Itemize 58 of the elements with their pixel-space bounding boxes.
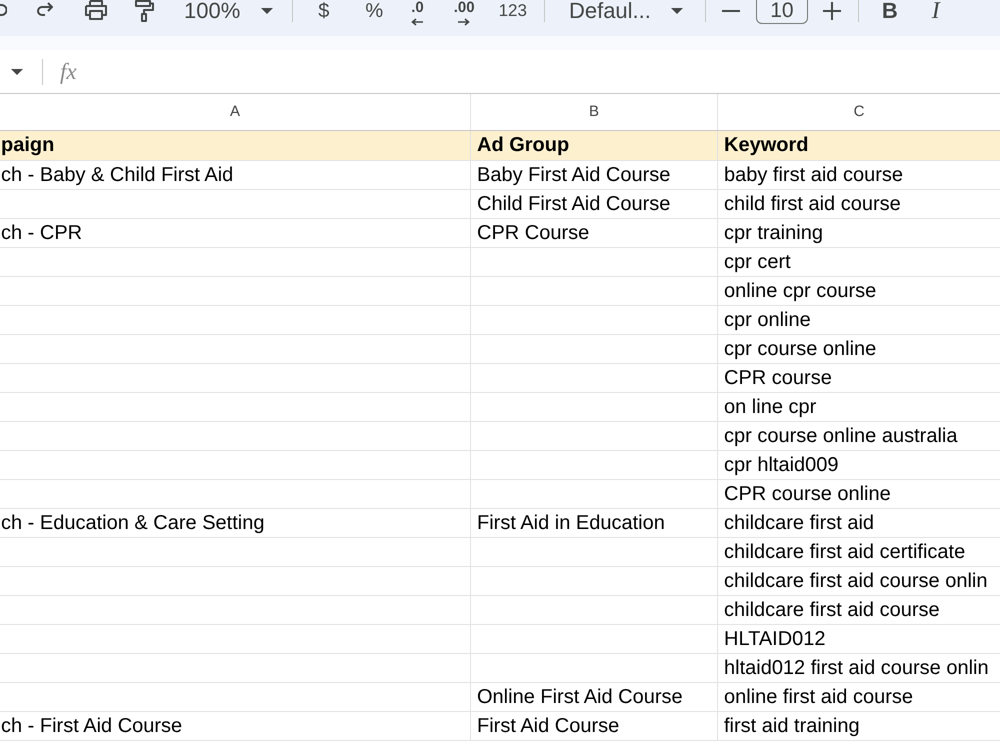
bold-button[interactable]: B: [882, 0, 898, 22]
function-label: fx: [60, 58, 77, 84]
decrease-decimal-button[interactable]: .0: [411, 0, 424, 30]
arrow-left-icon: [411, 18, 424, 26]
table-cell: ch - Baby & Child First Aid: [0, 161, 471, 189]
paint-roller-icon[interactable]: [134, 0, 154, 22]
table-cell-text: CPR course: [723, 366, 833, 391]
caret-icon: [670, 8, 683, 14]
arrow-right-icon: [458, 18, 470, 26]
font-size-field[interactable]: 10: [756, 0, 808, 24]
table-cell: First Aid in Education: [471, 509, 718, 537]
column-header[interactable]: A: [0, 94, 471, 130]
table-cell-text: hltaid012 first aid course onlin: [723, 656, 990, 681]
table-cell: Baby First Aid Course: [471, 161, 718, 189]
table-cell-text: cpr hltaid009: [723, 453, 840, 478]
increase-decimal-button[interactable]: .00: [454, 0, 475, 30]
zoom-dropdown[interactable]: 100%: [184, 0, 274, 22]
table-cell-text: first aid training: [723, 714, 861, 739]
caret-icon: [261, 8, 274, 14]
redo-icon[interactable]: [36, 2, 53, 18]
undo-icon[interactable]: [0, 2, 7, 18]
table-cell: CPR Course: [471, 219, 718, 247]
font-dropdown[interactable]: Defaul...: [568, 0, 683, 22]
table-cell-text: child first aid course: [723, 192, 902, 217]
percent-button[interactable]: %: [365, 0, 384, 22]
print-icon[interactable]: [84, 0, 108, 20]
table-cell-text: CPR course online: [723, 482, 892, 507]
table-cell-text: baby first aid course: [723, 163, 904, 188]
table-cell-text: online cpr course: [723, 279, 878, 304]
table-cell-text: childcare first aid: [723, 511, 876, 536]
table-cell-text: HLTAID012: [723, 627, 827, 652]
table-cell-text: on line cpr: [723, 395, 818, 420]
table-cell-text: cpr course online: [723, 337, 878, 362]
italic-button[interactable]: I: [932, 0, 940, 22]
table-cell-text: childcare first aid course onlin: [723, 569, 988, 594]
table-cell: First Aid Course: [471, 712, 718, 740]
header-cell: paign: [0, 131, 471, 160]
table-cell: ch - Education & Care Setting: [0, 509, 471, 537]
table-cell-text: cpr cert: [723, 250, 792, 275]
table-cell-text: cpr training: [723, 221, 824, 246]
table-cell-text: online first aid course: [723, 685, 914, 710]
minus-icon[interactable]: [722, 10, 740, 12]
table-cell: ch - CPR: [0, 219, 471, 247]
header-cell: Keyword: [718, 131, 1000, 160]
column-header[interactable]: C: [718, 94, 1000, 130]
column-header[interactable]: B: [471, 94, 718, 130]
table-cell-text: childcare first aid course: [723, 598, 941, 623]
table-cell: Online First Aid Course: [471, 683, 718, 711]
header-cell: Ad Group: [471, 131, 718, 160]
table-cell: Child First Aid Course: [471, 190, 718, 218]
table-cell-text: cpr online: [723, 308, 812, 333]
number-format-button[interactable]: 123: [498, 0, 527, 22]
table-cell-text: cpr course online australia: [723, 424, 958, 449]
plus-icon[interactable]: [822, 2, 841, 20]
table-cell-text: childcare first aid certificate: [723, 540, 966, 565]
table-cell: ch - First Aid Course: [0, 712, 471, 740]
currency-button[interactable]: $: [318, 0, 330, 22]
caret-icon[interactable]: [11, 68, 23, 74]
